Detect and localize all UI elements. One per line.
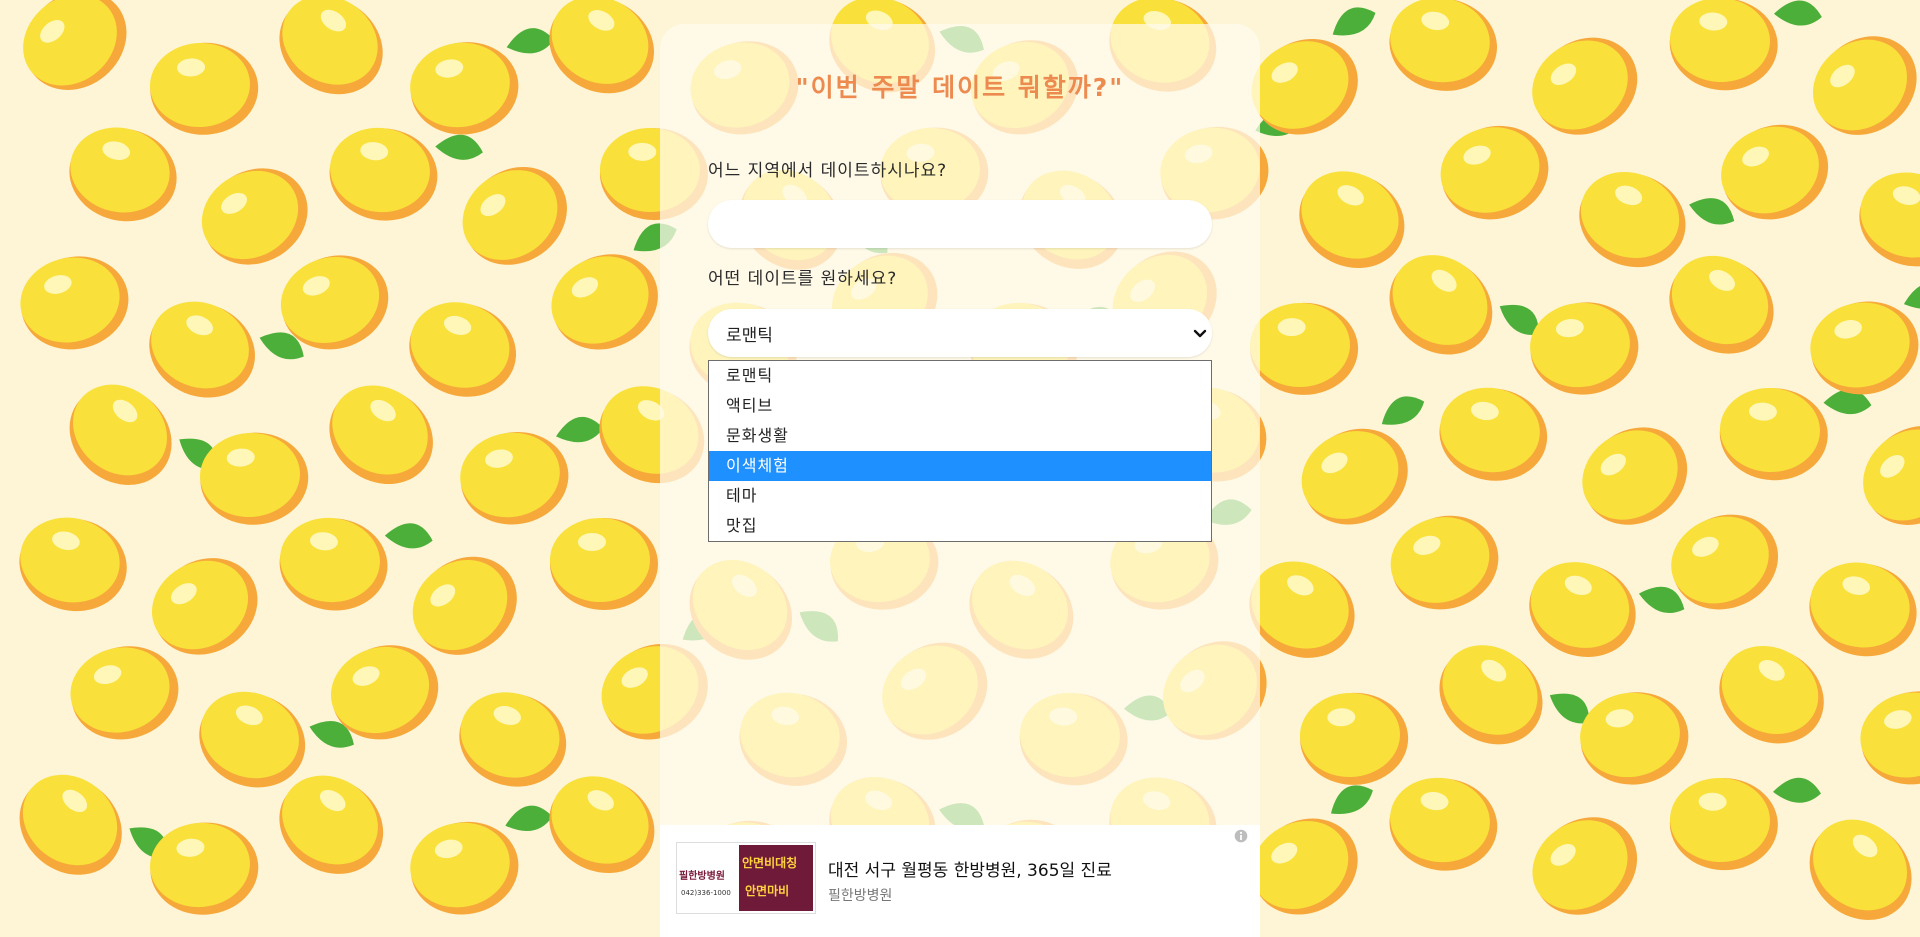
ad-title[interactable]: 대전 서구 월평동 한방병원, 365일 진료 bbox=[828, 856, 1112, 881]
dropdown-option[interactable]: 로맨틱 bbox=[709, 361, 1211, 391]
lemon-icon bbox=[1719, 645, 1824, 744]
region-input[interactable] bbox=[708, 200, 1212, 248]
ad-thumb-tag1: 안면비대칭 bbox=[742, 856, 798, 870]
lemon-icon bbox=[1389, 777, 1498, 871]
lemon-icon bbox=[1532, 37, 1638, 135]
lemon-icon bbox=[1389, 0, 1498, 91]
lemon-icon bbox=[1809, 819, 1912, 920]
lemon-icon bbox=[460, 416, 604, 525]
dropdown-option[interactable]: 테마 bbox=[709, 481, 1211, 511]
lemon-icon bbox=[462, 166, 567, 265]
lemon-icon bbox=[150, 822, 259, 915]
info-icon[interactable] bbox=[1234, 829, 1248, 843]
lemon-icon bbox=[1580, 692, 1689, 785]
lemon-icon bbox=[409, 302, 517, 397]
lemon-icon bbox=[70, 646, 179, 740]
lemon-icon bbox=[1389, 255, 1539, 355]
lemon-icon bbox=[549, 0, 654, 94]
dropdown-option[interactable]: 액티브 bbox=[709, 391, 1211, 421]
ad-thumb-brand-panel: 필한방병원 042)336-1000 bbox=[677, 843, 737, 913]
lemon-icon bbox=[150, 42, 259, 135]
ad-thumb-tag2: 안면마비 bbox=[745, 884, 790, 898]
lemon-icon bbox=[279, 0, 383, 95]
ad-banner[interactable]: 필한방병원 042)336-1000 안면비대칭 안면마비 대전 서구 월평동 … bbox=[660, 825, 1260, 937]
lemon-icon bbox=[410, 805, 553, 915]
lemon-icon bbox=[1582, 427, 1688, 525]
lemon-icon bbox=[1813, 36, 1917, 135]
region-question-label: 어느 지역에서 데이트하시나요? bbox=[708, 161, 948, 181]
ad-advertiser[interactable]: 필한방병원 bbox=[828, 885, 892, 905]
dropdown-option[interactable]: 맛집 bbox=[709, 511, 1211, 541]
chevron-down-icon bbox=[1193, 329, 1207, 338]
lemon-icon bbox=[1299, 171, 1405, 268]
lemon-icon bbox=[1532, 817, 1638, 915]
lemon-icon bbox=[549, 776, 655, 873]
ad-thumbnail[interactable]: 필한방병원 042)336-1000 안면비대칭 안면마비 bbox=[676, 842, 816, 914]
lemon-icon bbox=[1439, 387, 1548, 481]
ad-thumb-phone: 042)336-1000 bbox=[681, 889, 731, 897]
lemon-icon bbox=[1530, 302, 1639, 395]
lemon-icon bbox=[1251, 785, 1373, 915]
lemon-icon bbox=[19, 774, 168, 875]
lemon-icon bbox=[1719, 387, 1872, 481]
lemon-icon bbox=[1529, 562, 1685, 657]
lemon-icon bbox=[1863, 426, 1920, 525]
lemon-icon bbox=[1810, 283, 1920, 395]
date-type-dropdown-list: 로맨틱 액티브 문화생활 이색체험 테마 맛집 bbox=[708, 360, 1212, 542]
lemon-icon bbox=[329, 385, 433, 485]
lemon-icon bbox=[1250, 302, 1359, 395]
lemon-icon bbox=[279, 517, 433, 611]
lemon-icon bbox=[329, 127, 483, 221]
lemon-icon bbox=[1300, 692, 1409, 785]
form-card: "이번 주말 데이트 뭐할까?" 어느 지역에서 데이트하시나요? 어떤 데이트… bbox=[660, 24, 1260, 937]
ad-thumb-brand: 필한방병원 bbox=[679, 871, 725, 882]
dropdown-option-highlighted[interactable]: 이색체험 bbox=[709, 451, 1211, 481]
ad-thumb-tag-panel: 안면비대칭 안면마비 bbox=[739, 845, 813, 911]
date-type-question-label: 어떤 데이트를 원하세요? bbox=[708, 269, 898, 289]
lemon-icon bbox=[69, 127, 177, 222]
date-type-select[interactable]: 로맨틱 bbox=[708, 309, 1212, 357]
lemon-icon bbox=[1669, 255, 1774, 354]
lemon-icon bbox=[1669, 0, 1822, 91]
lemon-icon bbox=[20, 256, 129, 350]
dropdown-option[interactable]: 문화생활 bbox=[709, 421, 1211, 451]
lemon-icon bbox=[1860, 691, 1920, 785]
lemon-icon bbox=[1859, 172, 1920, 267]
page-title: "이번 주말 데이트 뭐할까?" bbox=[795, 73, 1125, 102]
lemon-icon bbox=[1440, 125, 1549, 220]
lemon-icon bbox=[410, 28, 555, 135]
lemon-icon bbox=[201, 168, 308, 265]
lemon-icon bbox=[200, 432, 309, 525]
lemon-icon bbox=[19, 517, 127, 612]
lemon-icon bbox=[550, 518, 658, 610]
lemon-icon bbox=[1809, 562, 1917, 657]
lemon-icon bbox=[1669, 777, 1821, 871]
lemon-icon bbox=[1390, 515, 1499, 610]
lemon-icon bbox=[459, 692, 567, 787]
date-type-select-value: 로맨틱 bbox=[726, 326, 773, 346]
